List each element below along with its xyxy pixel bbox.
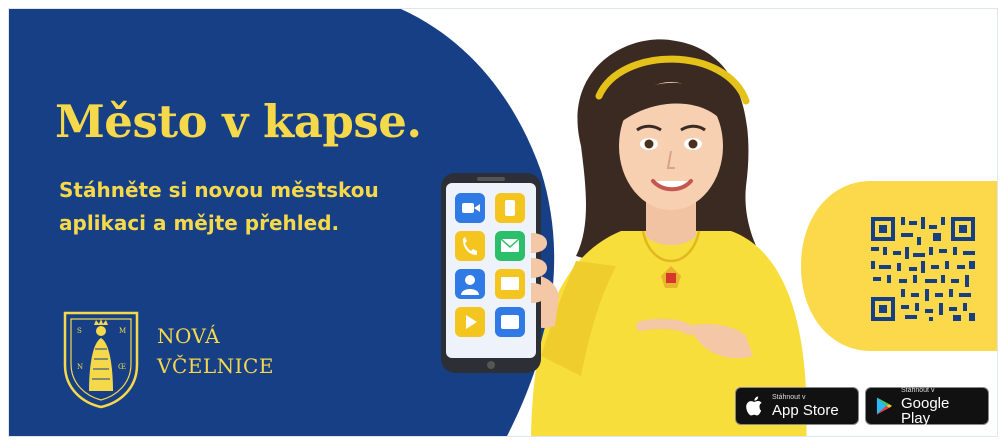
crest-letter-n: N <box>77 363 83 371</box>
mail-icon[interactable] <box>495 231 525 261</box>
qr-code[interactable] <box>867 213 979 325</box>
crest-letter-s: S <box>77 327 82 335</box>
promo-banner: Město v kapse. Stáhněte si novou městsko… <box>8 8 998 437</box>
app-store-button[interactable]: Stáhnout v App Store <box>735 387 859 425</box>
smartphone-mockup <box>441 173 547 373</box>
call-icon[interactable] <box>455 231 485 261</box>
folder-icon[interactable] <box>495 307 525 337</box>
town-name: NOVÁ VČELNICE <box>157 321 274 381</box>
crest-letter-m: M <box>119 327 126 335</box>
contact-icon[interactable] <box>455 269 485 299</box>
phone-icon[interactable] <box>495 193 525 223</box>
crest-letter-oe: Œ <box>118 363 126 371</box>
apple-icon <box>746 396 762 416</box>
google-play-icon <box>876 397 893 415</box>
google-play-label: Google Play <box>900 394 950 427</box>
town-crest-logo: S M N Œ <box>63 311 139 409</box>
video-icon[interactable] <box>455 193 485 223</box>
play-icon[interactable] <box>455 307 485 337</box>
app-store-label: App Store <box>772 402 839 419</box>
woman-illustration <box>521 39 807 436</box>
town-name-line1: NOVÁ <box>157 324 221 348</box>
app-store-caption: Stáhnout v <box>772 394 806 401</box>
headline: Město v kapse. <box>55 95 422 148</box>
google-play-button[interactable]: Stáhnout v Google Play <box>865 386 989 427</box>
google-play-caption: Stáhnout v <box>900 386 935 394</box>
subline: Stáhněte si novou městskou aplikaci a mě… <box>59 178 379 235</box>
message-icon[interactable] <box>495 269 525 299</box>
town-name-line2: VČELNICE <box>157 354 274 378</box>
qr-panel <box>801 181 997 351</box>
